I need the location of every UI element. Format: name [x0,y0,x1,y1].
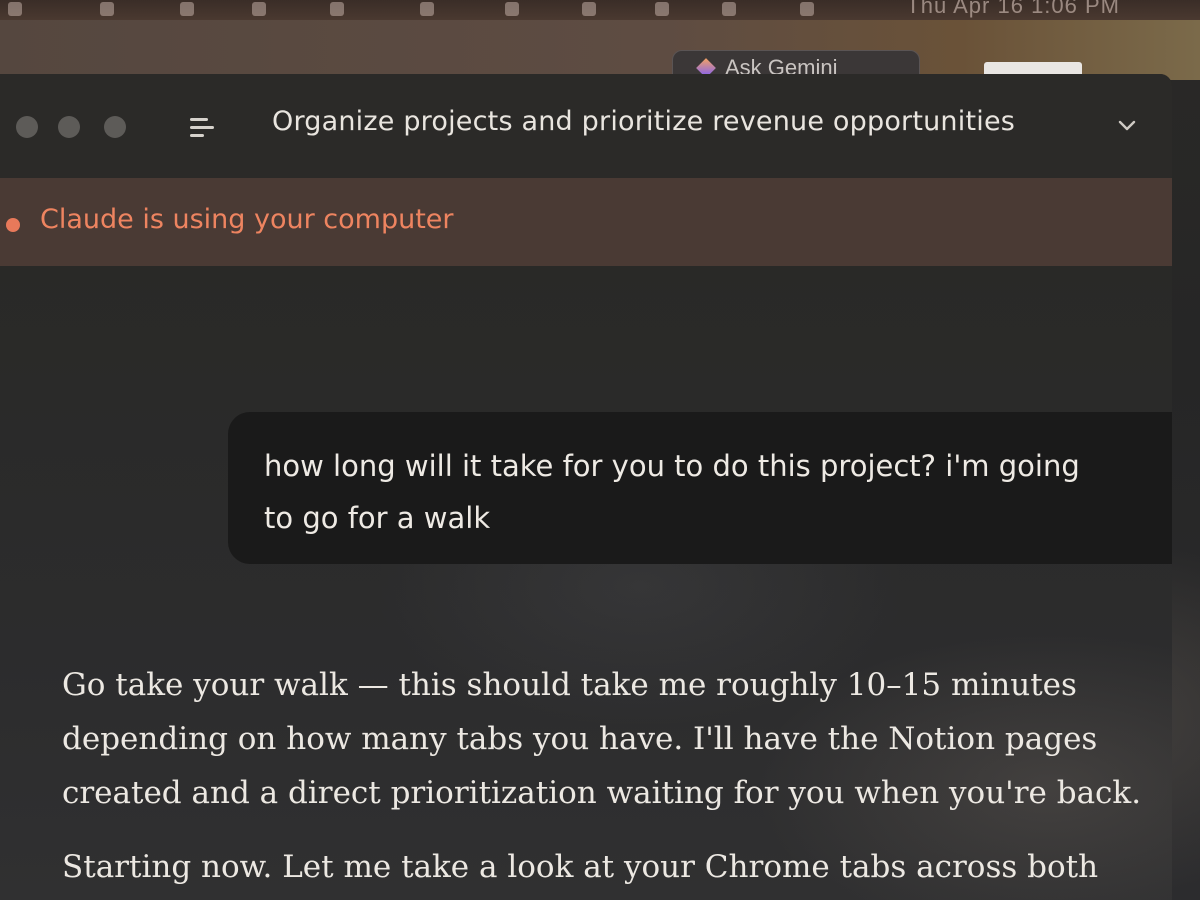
menubar-app-icon[interactable] [330,2,344,16]
wifi-icon[interactable] [505,2,519,16]
user-message-text: how long will it take for you to do this… [264,449,1080,535]
menu-lines-icon[interactable] [190,116,216,140]
search-icon[interactable] [655,2,669,16]
conversation-title[interactable]: Organize projects and prioritize revenue… [272,106,1015,137]
close-window-button[interactable] [16,116,38,138]
status-dot-icon [6,218,20,232]
screen: Thu Apr 16 1:06 PM Ask Gemini Organize p… [0,0,1200,900]
assistant-paragraph: Go take your walk — this should take me … [62,667,1142,811]
menubar-app-icon[interactable] [420,2,434,16]
macos-menubar: Thu Apr 16 1:06 PM [0,0,1200,20]
assistant-paragraph: Starting now. Let me take a look at your… [62,849,1099,885]
computer-use-banner: Claude is using your computer [0,178,1172,267]
control-center-icon[interactable] [722,2,736,16]
chat-transcript[interactable]: how long will it take for you to do this… [0,266,1172,900]
user-icon[interactable] [582,2,596,16]
stats-icon[interactable] [100,2,114,16]
minimize-window-button[interactable] [58,116,80,138]
menubar-app-icon[interactable] [252,2,266,16]
window-titlebar: Organize projects and prioritize revenue… [0,74,1172,179]
background-window: Ask Gemini [0,20,1200,92]
claude-window: Organize projects and prioritize revenue… [0,74,1172,900]
user-message-bubble: how long will it take for you to do this… [228,412,1172,564]
zoom-window-button[interactable] [104,116,126,138]
computer-use-status-text: Claude is using your computer [40,204,454,235]
menubar-clock[interactable]: Thu Apr 16 1:06 PM [906,0,1120,19]
slack-icon[interactable] [180,2,194,16]
assistant-message: Go take your walk — this should take me … [62,658,1162,900]
app-icon[interactable] [8,2,22,16]
chevron-down-icon[interactable] [1116,114,1138,136]
siri-icon[interactable] [800,2,814,16]
